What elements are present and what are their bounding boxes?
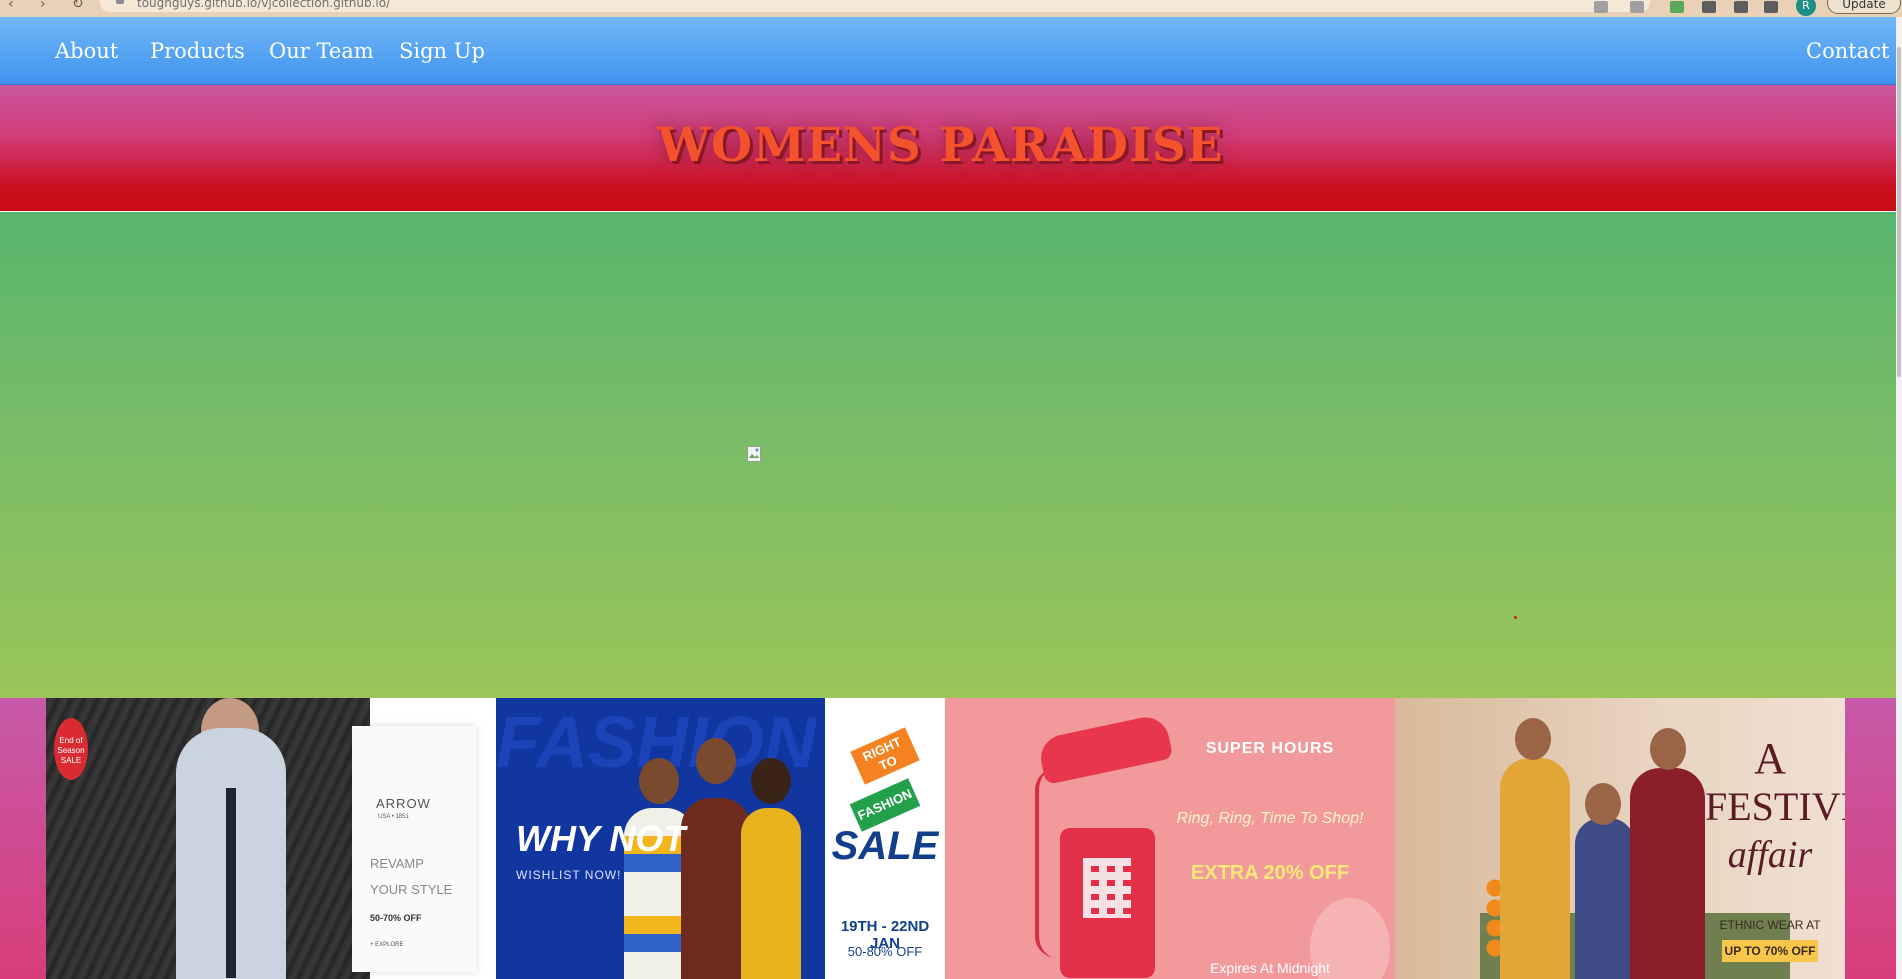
browser-toolbar: ‹ › ↻ toughguys.github.io/vjcollection.g… (0, 0, 1902, 17)
promo-banner-strip: End of Season SALE ARROW USA • 1851 REVA… (0, 698, 1896, 979)
site-title: WOMENS PARADISE (657, 118, 1224, 173)
arrow-headline-line-2: YOUR STYLE (370, 882, 453, 897)
site-navbar: About Products Our Team Sign Up Contact (0, 17, 1896, 85)
festive-line-affair: affair (1727, 834, 1813, 876)
model-head (751, 758, 791, 804)
arrow-offer-card: ARROW USA • 1851 REVAMP YOUR STYLE 50-70… (352, 726, 476, 972)
sale-discount: 50-80% OFF (847, 944, 923, 959)
broken-image-icon (747, 446, 761, 462)
festive-offer-badge: UP TO 70% OFF (1722, 940, 1818, 962)
url-text: toughguys.github.io/vjcollection.github.… (137, 0, 391, 10)
family-photo (1480, 698, 1790, 979)
sidebar-icon[interactable] (1764, 1, 1778, 13)
arrow-headline-line-1: REVAMP (370, 856, 424, 871)
why-not-headline: WHY NOT (516, 818, 686, 859)
super-hours-tagline: Ring, Ring, Time To Shop! (1176, 810, 1364, 827)
model-maroon-saree (1630, 768, 1705, 979)
festive-line-festive: FESTIVE (1705, 784, 1845, 829)
forward-icon[interactable]: › (40, 0, 46, 11)
phone-receiver-icon (1036, 712, 1174, 786)
share-icon[interactable] (1594, 1, 1608, 13)
whatsapp-icon[interactable] (1734, 1, 1748, 13)
model-yellow-sweater (741, 808, 801, 979)
festive-line-a: A (1754, 734, 1786, 783)
model-head (1515, 718, 1551, 760)
nav-our-team-link[interactable]: Our Team (269, 39, 374, 63)
back-icon[interactable]: ‹ (8, 0, 14, 11)
model-head (1585, 783, 1621, 825)
model-tie (226, 788, 236, 978)
update-button[interactable]: Update (1827, 0, 1901, 14)
model-head (696, 738, 736, 784)
super-hours-expiry: Expires At Midnight (1210, 960, 1330, 976)
lock-icon (116, 0, 124, 4)
super-hours-headline: SUPER HOURS (1205, 740, 1335, 757)
nav-products-link[interactable]: Products (150, 39, 245, 63)
address-bar[interactable]: toughguys.github.io/vjcollection.github.… (100, 0, 1650, 12)
profile-avatar[interactable]: R (1796, 0, 1816, 16)
page-scrollbar[interactable] (1896, 17, 1902, 979)
extension-icon[interactable] (1670, 1, 1684, 13)
cursor-dot (1514, 616, 1517, 619)
nav-about-link[interactable]: About (55, 39, 118, 63)
hero-section (0, 212, 1896, 698)
arrow-brand-sub: USA • 1851 (378, 814, 409, 820)
model-head (639, 758, 679, 804)
wishlist-now-text: WISHLIST NOW! (516, 868, 622, 882)
phone-keypad-icon (1083, 858, 1131, 918)
reload-icon[interactable]: ↻ (72, 0, 84, 11)
arrow-banner[interactable]: End of Season SALE ARROW USA • 1851 REVA… (46, 698, 496, 979)
arrow-brand-logo: ARROW (376, 796, 431, 811)
arrow-footnote: + EXPLORE (370, 942, 404, 948)
super-hours-offer: EXTRA 20% OFF (1190, 862, 1350, 884)
end-of-season-badge: End of Season SALE (54, 718, 88, 780)
arrow-headline: REVAMP YOUR STYLE (370, 851, 452, 903)
right-to-tag: RIGHT TO (850, 727, 920, 785)
fashion-sale-banner[interactable]: RIGHT TO FASHION SALE 19TH - 22ND JAN 50… (825, 698, 945, 979)
nav-sign-up-link[interactable]: Sign Up (399, 39, 485, 63)
arrow-discount: 50-70% OFF (370, 913, 422, 923)
super-hours-banner[interactable]: SUPER HOURS Ring, Ring, Time To Shop! EX… (945, 698, 1395, 979)
model-child (1575, 818, 1635, 979)
site-header: WOMENS PARADISE (0, 85, 1896, 211)
model-yellow-kurta (1500, 758, 1570, 979)
puzzle-icon[interactable] (1702, 1, 1716, 13)
why-not-banner[interactable]: FASHION FASHION RULES WHY NOT WISHLIST N… (496, 698, 825, 979)
nav-contact-link[interactable]: Contact (1806, 39, 1889, 63)
festive-affair-banner[interactable]: A FESTIVE affair ETHNIC WEAR AT UP TO 70… (1395, 698, 1845, 979)
bookmark-star-icon[interactable] (1630, 1, 1644, 13)
model-head (1650, 728, 1686, 770)
scrollbar-thumb[interactable] (1897, 47, 1901, 377)
ethnic-wear-text: ETHNIC WEAR AT (1719, 918, 1821, 932)
sale-headline: SALE (831, 824, 939, 868)
